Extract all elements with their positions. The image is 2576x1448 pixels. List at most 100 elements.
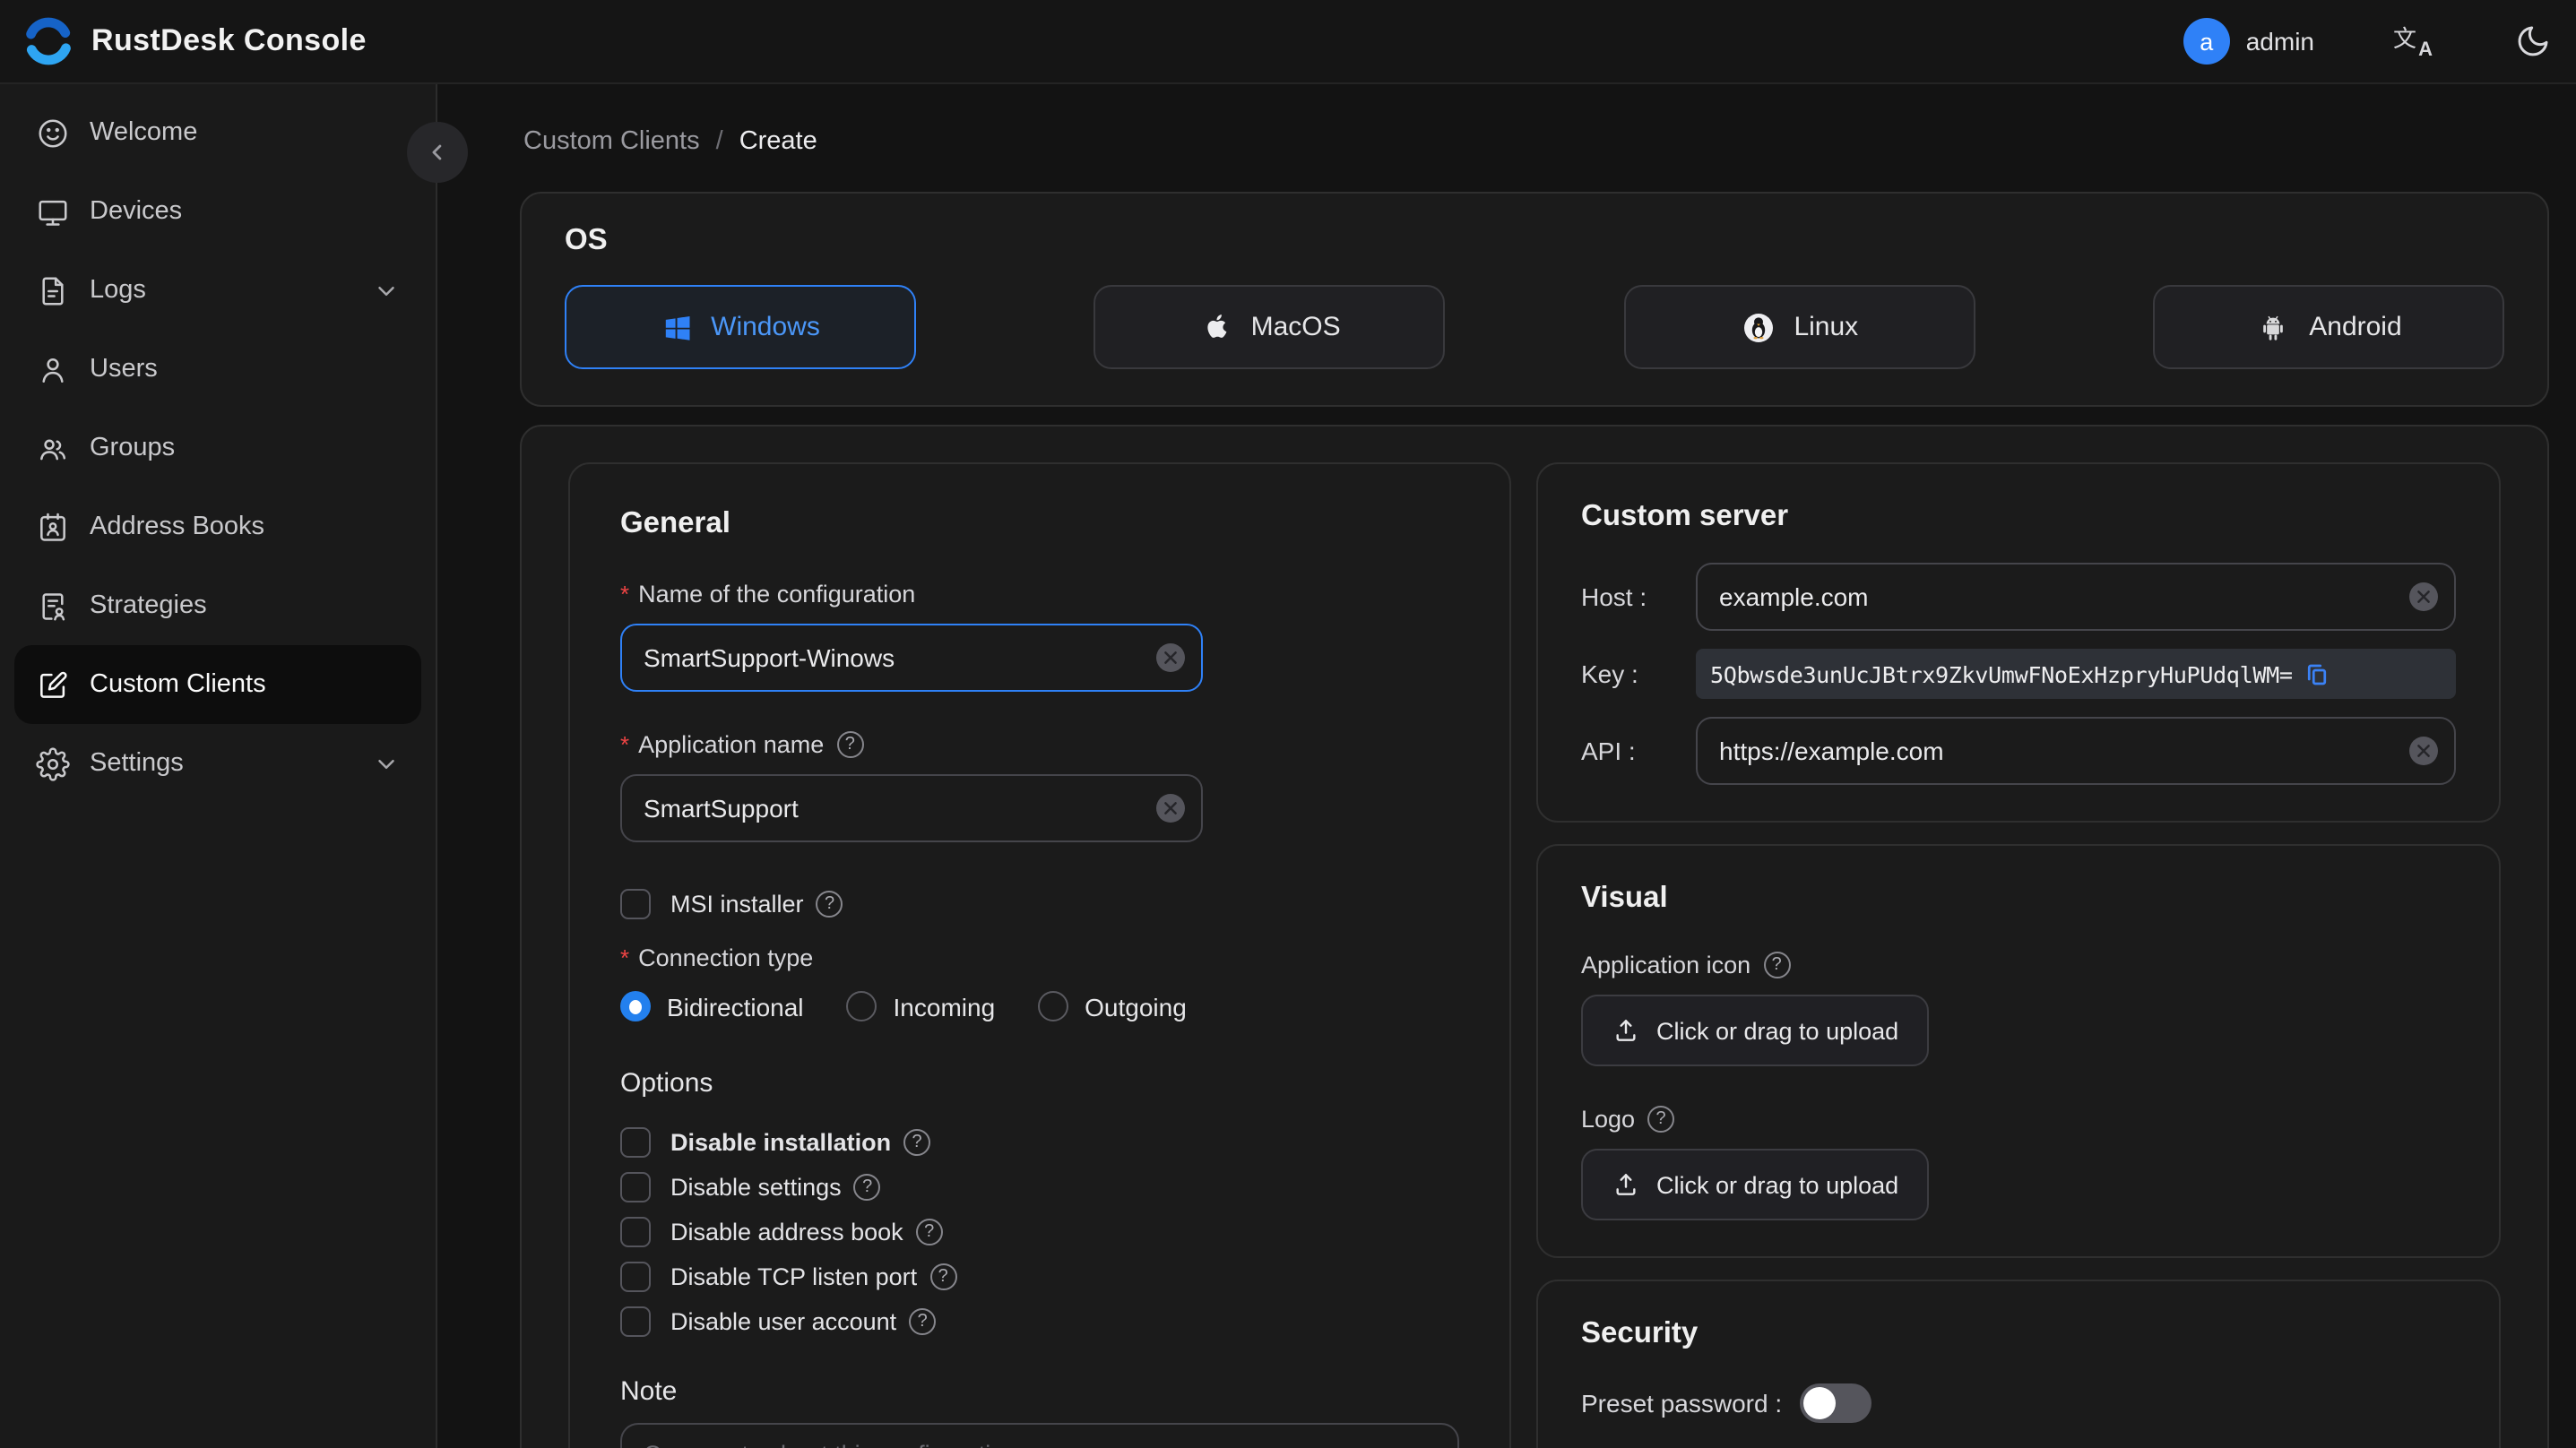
radio-icon [620, 991, 651, 1021]
help-icon[interactable]: ? [1647, 1106, 1675, 1133]
os-button-label: MacOS [1250, 312, 1341, 342]
copy-icon[interactable] [2304, 660, 2330, 687]
user-icon [36, 352, 70, 386]
help-icon[interactable]: ? [909, 1308, 937, 1335]
msi-installer-label: MSI installer [670, 891, 804, 918]
disable-tcp-listen-port-checkbox[interactable] [620, 1262, 651, 1292]
clear-icon[interactable] [1156, 643, 1185, 672]
os-section: OS Windows MacOS Linux Android [520, 192, 2549, 407]
os-button-windows[interactable]: Windows [565, 285, 916, 369]
preset-password-toggle[interactable] [1800, 1383, 1872, 1423]
disable-settings-option: Disable settings ? [620, 1172, 1459, 1202]
sidebar-item-custom-clients[interactable]: Custom Clients [14, 645, 421, 724]
name-of-configuration-label: * Name of the configuration [620, 581, 916, 608]
sidebar-item-label: Users [90, 355, 158, 384]
preset-password-row: Preset password : [1581, 1383, 2456, 1423]
logo-label: Logo ? [1581, 1106, 2456, 1133]
key-field: 5Qbwsde3unUcJBtrx9ZkvUmwFNoExHzpryHuPUdq… [1696, 649, 2456, 699]
help-icon[interactable]: ? [836, 731, 864, 758]
name-of-configuration-field [620, 624, 1203, 692]
chevron-left-icon [425, 140, 450, 165]
clear-icon[interactable] [2409, 737, 2438, 765]
os-button-linux[interactable]: Linux [1623, 285, 1975, 369]
application-icon-upload-button[interactable]: Click or drag to upload [1581, 995, 1930, 1066]
sidebar-item-groups[interactable]: Groups [14, 409, 421, 487]
breadcrumb: Custom Clients / Create [523, 127, 2549, 156]
avatar[interactable]: a [2183, 18, 2230, 65]
api-label: API : [1581, 737, 1636, 765]
radio-incoming[interactable]: Incoming [846, 991, 995, 1021]
help-icon[interactable]: ? [929, 1263, 957, 1290]
disable-tcp-listen-port-option: Disable TCP listen port ? [620, 1262, 1459, 1292]
chevron-down-icon [373, 750, 400, 777]
clear-icon[interactable] [1156, 794, 1185, 823]
disable-address-book-checkbox[interactable] [620, 1217, 651, 1247]
sidebar-item-settings[interactable]: Settings [14, 724, 421, 803]
sidebar-item-label: Devices [90, 197, 183, 226]
help-icon[interactable]: ? [853, 1174, 881, 1201]
disable-installation-checkbox[interactable] [620, 1127, 651, 1158]
msi-installer-checkbox[interactable] [620, 889, 651, 919]
radio-outgoing[interactable]: Outgoing [1038, 991, 1187, 1021]
host-input[interactable] [1696, 563, 2456, 631]
help-icon[interactable]: ? [915, 1219, 943, 1245]
visual-title: Visual [1581, 882, 1668, 914]
os-section-title: OS [565, 224, 608, 256]
help-icon[interactable]: ? [1763, 952, 1791, 978]
username[interactable]: admin [2246, 27, 2314, 56]
upload-button-label: Click or drag to upload [1656, 1171, 1899, 1198]
app-title: RustDesk Console [91, 23, 367, 57]
name-of-configuration-input[interactable] [620, 624, 1203, 692]
brand: RustDesk Console [22, 14, 367, 68]
sidebar-item-strategies[interactable]: Strategies [14, 566, 421, 645]
application-icon-label: Application icon ? [1581, 952, 2456, 978]
breadcrumb-parent[interactable]: Custom Clients [523, 127, 700, 156]
os-button-macos[interactable]: MacOS [1094, 285, 1446, 369]
sidebar-item-label: Groups [90, 434, 176, 462]
rustdesk-logo-icon [22, 14, 75, 68]
api-field [1696, 717, 2456, 785]
windows-icon [661, 311, 693, 343]
sidebar-item-address-books[interactable]: Address Books [14, 487, 421, 566]
right-column: Custom server Host : Key : [1536, 462, 2501, 1448]
note-textarea[interactable] [620, 1423, 1459, 1448]
help-icon[interactable]: ? [903, 1129, 931, 1156]
disable-settings-checkbox[interactable] [620, 1172, 651, 1202]
application-name-field [620, 774, 1203, 842]
dark-mode-toggle[interactable] [2515, 23, 2551, 59]
security-title: Security [1581, 1317, 1699, 1349]
sidebar-item-logs[interactable]: Logs [14, 251, 421, 330]
upload-icon [1612, 1016, 1640, 1045]
host-row: Host : [1581, 563, 2456, 631]
sidebar-item-label: Welcome [90, 118, 198, 147]
disable-installation-option: Disable installation ? [620, 1127, 1459, 1158]
linux-icon [1740, 309, 1776, 345]
api-input[interactable] [1696, 717, 2456, 785]
sidebar-item-devices[interactable]: Devices [14, 172, 421, 251]
application-name-label: * Application name ? [620, 731, 1459, 758]
radio-bidirectional[interactable]: Bidirectional [620, 991, 804, 1021]
os-button-label: Linux [1794, 312, 1859, 342]
translate-icon[interactable]: 文 A [2393, 23, 2433, 61]
disable-user-account-checkbox[interactable] [620, 1306, 651, 1337]
radio-icon [1038, 991, 1069, 1021]
connection-type-label: * Connection type [620, 944, 814, 971]
sidebar-collapse-button[interactable] [407, 122, 468, 183]
logo-upload-button[interactable]: Click or drag to upload [1581, 1149, 1930, 1220]
application-name-input[interactable] [620, 774, 1203, 842]
radio-icon [846, 991, 877, 1021]
monitor-icon [36, 194, 70, 228]
os-options: Windows MacOS Linux Android [565, 285, 2504, 369]
sidebar-item-label: Custom Clients [90, 670, 266, 699]
sidebar-item-users[interactable]: Users [14, 330, 421, 409]
clear-icon[interactable] [2409, 582, 2438, 611]
edit-icon [36, 668, 70, 702]
os-button-label: Android [2309, 312, 2402, 342]
required-mark: * [620, 731, 630, 758]
os-button-android[interactable]: Android [2152, 285, 2504, 369]
general-section-title: General [620, 507, 730, 539]
help-icon[interactable]: ? [816, 891, 843, 918]
key-label: Key : [1581, 659, 1638, 688]
sidebar-item-welcome[interactable]: Welcome [14, 93, 421, 172]
custom-server-section: Custom server Host : Key : [1536, 462, 2501, 823]
